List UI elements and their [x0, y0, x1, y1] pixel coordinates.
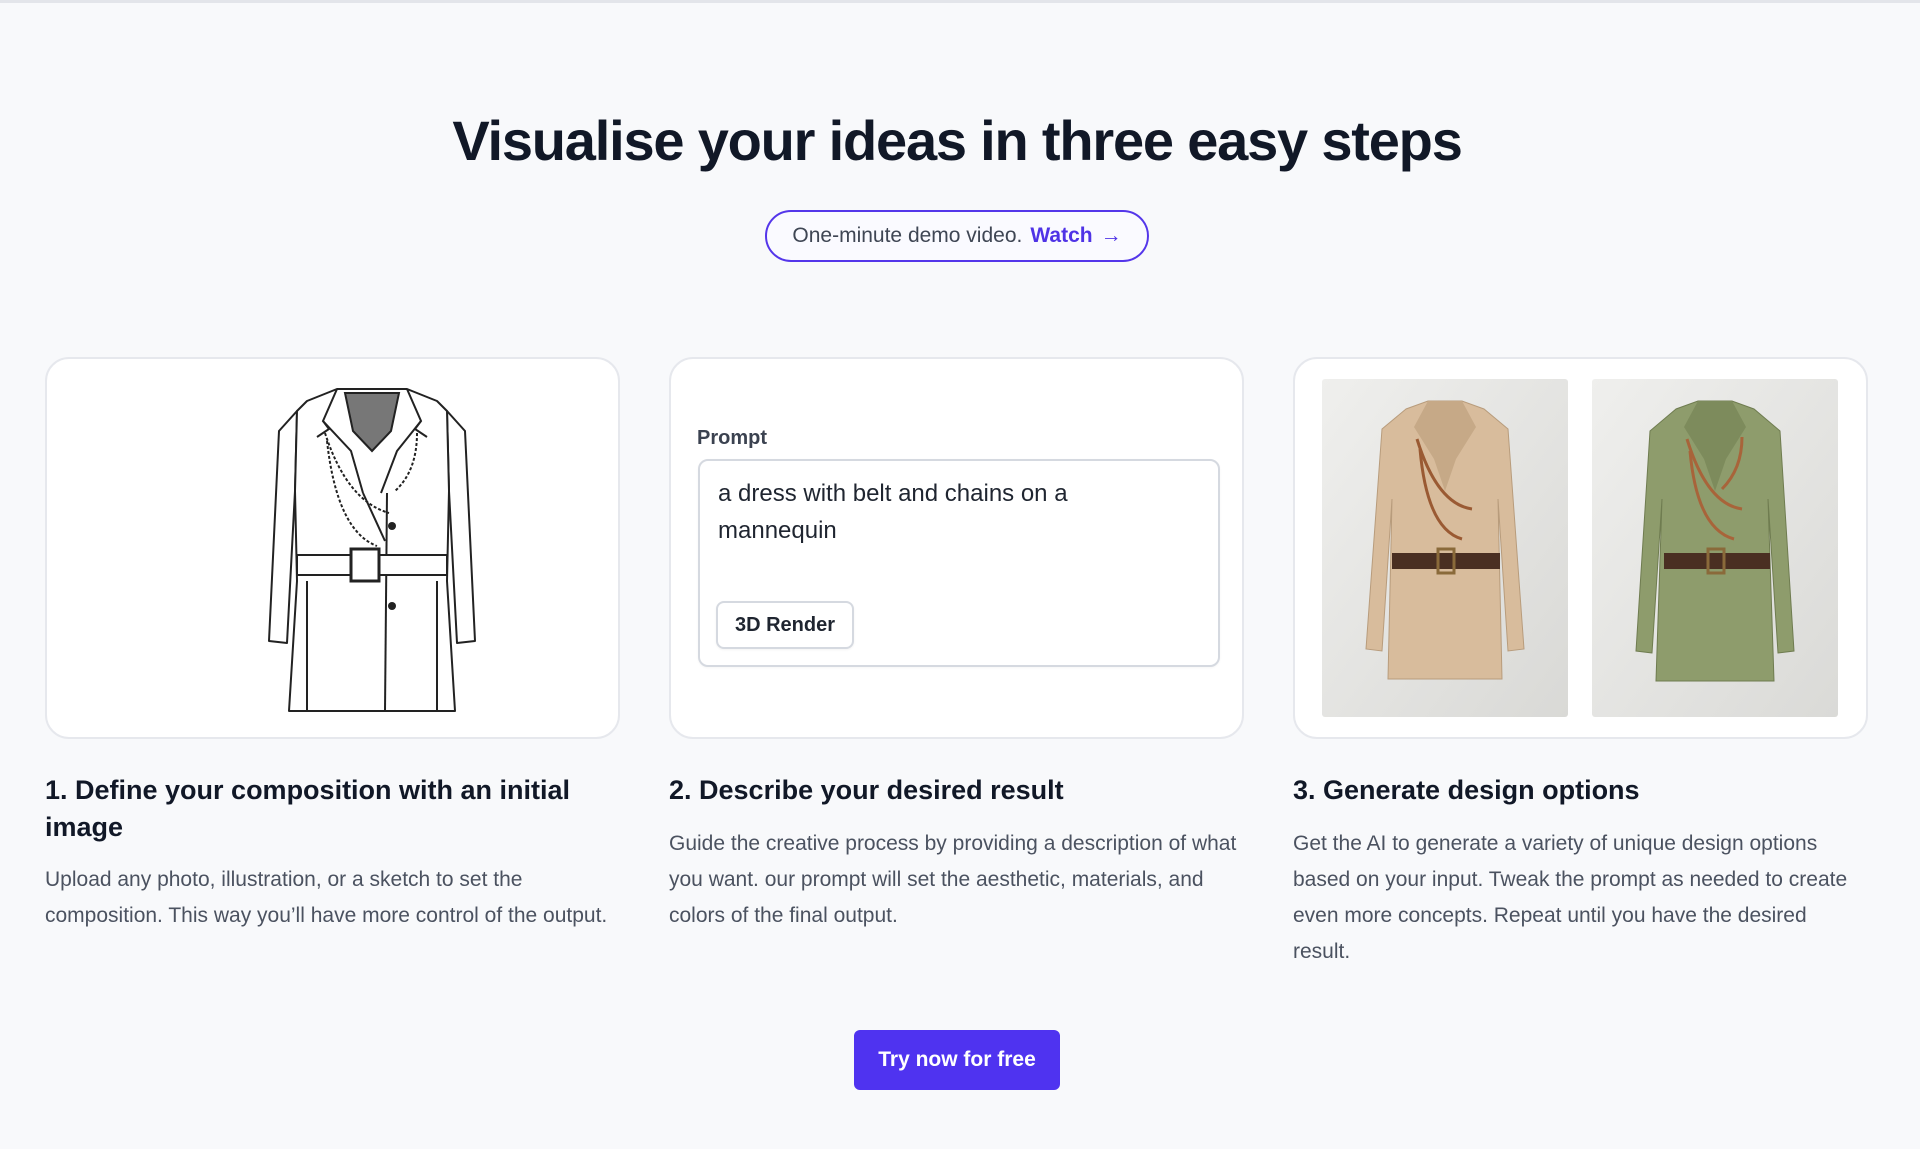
step3-title: 3. Generate design options: [1293, 775, 1640, 805]
step1-image-card: [45, 357, 620, 739]
beige-dress-image: [1322, 379, 1568, 717]
step2-prompt-card: Prompt a dress with belt and chains on a…: [669, 357, 1244, 739]
try-now-button[interactable]: Try now for free: [854, 1030, 1060, 1090]
demo-text: One-minute demo video.: [792, 224, 1023, 247]
step3-results-card: [1293, 357, 1868, 739]
step1-description: Upload any photo, illustration, or a ske…: [45, 868, 608, 927]
green-dress-image: [1592, 379, 1838, 717]
step2-title: 2. Describe your desired result: [669, 775, 1064, 805]
page-title: Visualise your ideas in three easy steps: [452, 109, 1462, 172]
demo-video-pill[interactable]: One-minute demo video. Watch →: [765, 210, 1149, 262]
prompt-label: Prompt: [697, 427, 767, 449]
prompt-text: a dress with belt and chains on a manneq…: [718, 480, 1068, 544]
watch-link[interactable]: Watch: [1030, 224, 1092, 248]
arrow-right-icon: →: [1100, 224, 1122, 247]
step1-title: 1. Define your composition with an initi…: [45, 775, 571, 842]
top-divider: [0, 0, 1920, 3]
dress-sketch-icon: [268, 388, 476, 712]
step3-description: Get the AI to generate a variety of uniq…: [1293, 832, 1848, 963]
step2-description: Guide the creative process by providing …: [669, 832, 1237, 927]
prompt-input[interactable]: a dress with belt and chains on a manneq…: [698, 459, 1220, 667]
3d-render-button[interactable]: 3D Render: [716, 601, 854, 649]
